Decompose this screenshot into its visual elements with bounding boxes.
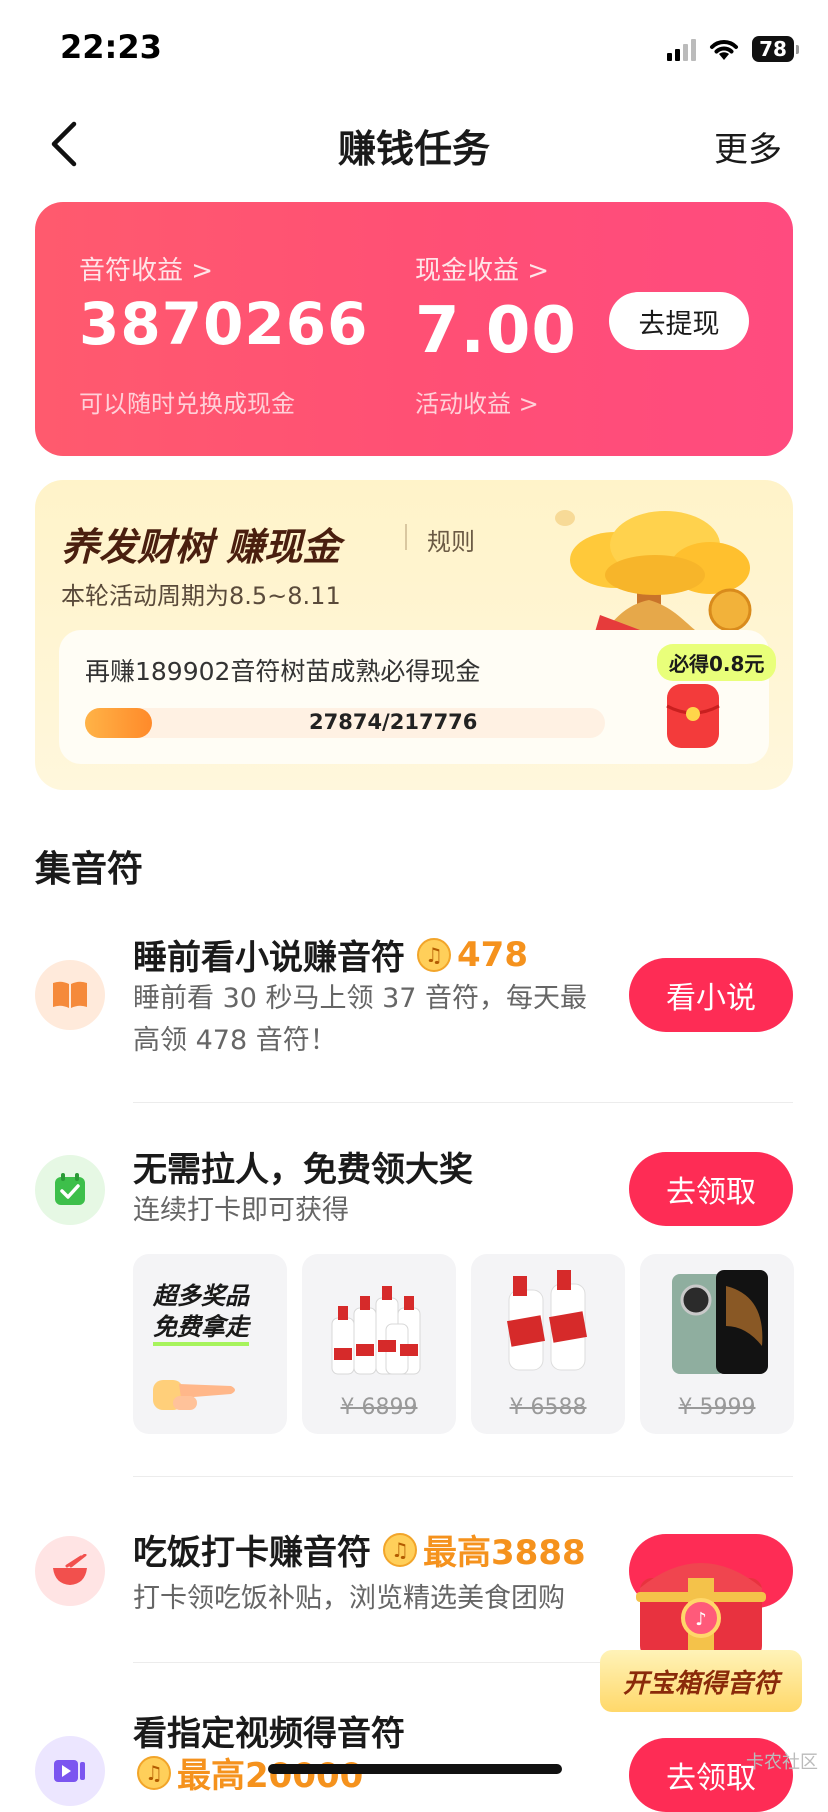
read-novel-button[interactable]: 看小说	[629, 958, 793, 1032]
withdraw-button[interactable]: 去提现	[609, 292, 749, 350]
money-tree-card[interactable]: 养发财树 赚现金 规则 本轮活动周期为8.5~8.11 再赚189902音符树苗…	[35, 480, 793, 790]
watermark: 卡农社区	[746, 1752, 818, 1773]
video-task-icon	[35, 1736, 105, 1806]
cash-earnings-value: 7.00	[415, 294, 577, 368]
red-envelope-icon	[666, 684, 720, 748]
money-tree-icon	[555, 510, 752, 632]
prize-price: ¥ 5999	[678, 1395, 756, 1420]
progress-bar-fill	[85, 708, 152, 738]
more-button[interactable]: 更多	[714, 122, 782, 171]
notes-earnings-hint: 可以随时兑换成现金	[79, 390, 295, 418]
task-title: 睡前看小说赚音符 ♫ 478	[133, 930, 528, 979]
status-icons: 78	[667, 34, 799, 64]
promo-line-2: 免费拿走	[153, 1312, 249, 1346]
checkin-task-icon	[35, 1155, 105, 1225]
task-title-text: 吃饭打卡赚音符	[133, 1533, 371, 1573]
calendar-check-icon	[55, 1173, 85, 1205]
notes-earnings-link[interactable]: 音符收益 >	[79, 250, 213, 287]
cellular-signal-icon	[667, 37, 696, 61]
divider	[405, 524, 407, 550]
tree-title: 养发财树 赚现金	[61, 525, 341, 569]
prize-price: ¥ 6588	[509, 1395, 587, 1420]
task-description: 睡前看 30 秒马上领 37 音符，每天最高领 478 音符！	[133, 983, 588, 1056]
page-title: 赚钱任务	[337, 127, 490, 171]
task-reward: 478	[457, 934, 528, 975]
open-chest-label[interactable]: 开宝箱得音符	[600, 1650, 802, 1712]
earnings-card: 音符收益 > 3870266 可以随时兑换成现金 现金收益 > 7.00 活动收…	[35, 202, 793, 456]
prize-price: ¥ 6899	[340, 1395, 418, 1420]
maotai-bottles-image	[507, 1270, 587, 1371]
promo-card[interactable]: 超多奖品 免费拿走	[133, 1254, 287, 1434]
cash-earnings-link[interactable]: 现金收益 >	[415, 250, 549, 287]
prize-card[interactable]: ¥ 5999	[640, 1254, 794, 1434]
promo-line-1: 超多奖品	[153, 1282, 249, 1310]
task-description: 连续打卡即可获得	[133, 1195, 349, 1226]
music-note-coin-icon: ♫	[383, 1532, 417, 1567]
prize-card[interactable]: ¥ 6588	[471, 1254, 625, 1434]
divider	[133, 1102, 793, 1103]
progress-message: 再赚189902音符树苗成熟必得现金	[85, 657, 481, 686]
rules-link[interactable]: 规则	[427, 522, 475, 557]
video-icon	[54, 1760, 85, 1782]
svg-text:♪: ♪	[695, 1609, 707, 1630]
home-indicator	[268, 1764, 562, 1774]
smartphone-image	[672, 1270, 768, 1374]
activity-earnings-link[interactable]: 活动收益 >	[415, 384, 539, 419]
claim-prize-button[interactable]: 去领取	[629, 1152, 793, 1226]
status-time: 22:23	[60, 28, 162, 66]
battery-icon: 78	[752, 36, 799, 62]
notes-earnings-value: 3870266	[79, 290, 369, 358]
task-title-text: 睡前看小说赚音符	[133, 938, 405, 978]
bowl-icon	[53, 1554, 87, 1585]
progress-count: 27874/217776	[309, 710, 478, 734]
task-title: 无需拉人，免费领大奖	[133, 1150, 473, 1190]
task-reward: 最高3888	[423, 1533, 586, 1573]
wifi-icon	[710, 40, 738, 60]
liquor-bottles-image	[331, 1286, 421, 1375]
prize-card[interactable]: ¥ 6899	[302, 1254, 456, 1434]
music-note-coin-icon: ♫	[417, 937, 451, 972]
pointing-hand-icon	[153, 1380, 235, 1410]
task-title: 吃饭打卡赚音符 ♫ 最高3888	[133, 1525, 586, 1574]
activity-period: 本轮活动周期为8.5~8.11	[61, 582, 341, 610]
novel-task-icon	[35, 960, 105, 1030]
reward-tag: 必得0.8元	[657, 644, 777, 681]
meal-task-icon	[35, 1536, 105, 1606]
task-description: 打卡领吃饭补贴，浏览精选美食团购	[133, 1583, 565, 1614]
section-title: 集音符	[35, 849, 144, 890]
music-note-coin-icon: ♫	[137, 1755, 171, 1790]
treasure-chest-icon[interactable]: ♪	[626, 1534, 776, 1664]
divider	[133, 1476, 793, 1477]
book-icon	[53, 981, 87, 1008]
